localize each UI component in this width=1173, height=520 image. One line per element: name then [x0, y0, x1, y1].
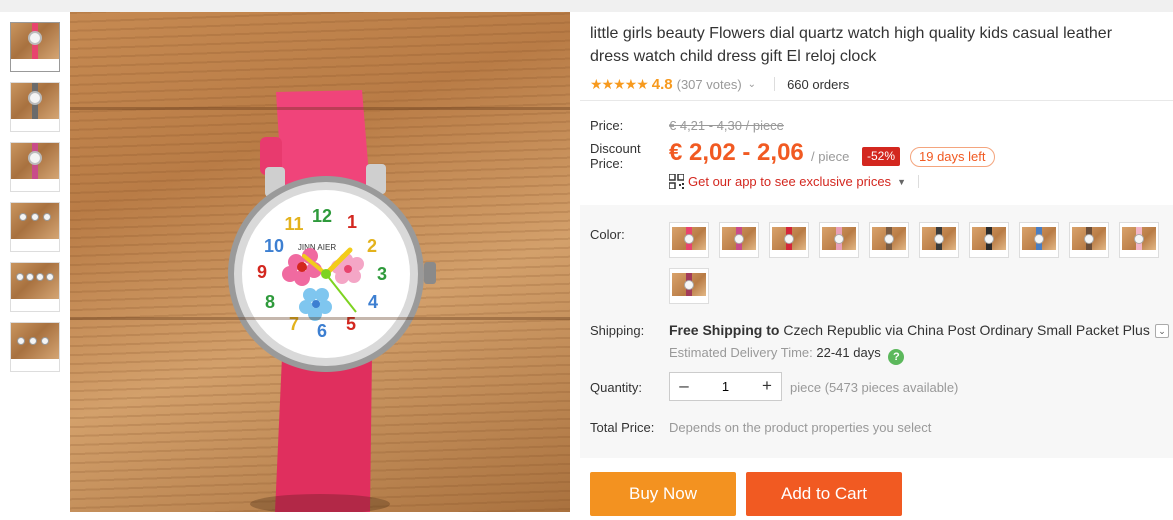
- app-promo[interactable]: Get our app to see exclusive prices ▼: [669, 174, 919, 189]
- swatch-image: [672, 227, 706, 250]
- swatch-image: [722, 227, 756, 250]
- delivery-estimate: Estimated Delivery Time: 22-41 days ?: [669, 345, 905, 365]
- thumbnail-2[interactable]: [10, 82, 60, 132]
- total-price-label: Total Price:: [590, 420, 655, 435]
- color-swatch-8[interactable]: [1019, 222, 1059, 258]
- main-product-image[interactable]: 12 1 2 3 4 5 6 7 8 9 10 11 JINN AIER: [70, 12, 570, 512]
- total-price-info: Depends on the product properties you se…: [669, 420, 932, 435]
- watch-illustration: 12 1 2 3 4 5 6 7 8 9 10 11 JINN AIER: [228, 90, 436, 512]
- color-swatch-5[interactable]: [869, 222, 909, 258]
- color-swatch-1[interactable]: [669, 222, 709, 258]
- thumbnail-1[interactable]: [10, 22, 60, 72]
- color-swatch-2[interactable]: [719, 222, 759, 258]
- svg-text:2: 2: [367, 236, 377, 256]
- top-strip: [0, 0, 1173, 12]
- thumbnail-6[interactable]: [10, 322, 60, 372]
- divider: [917, 175, 919, 188]
- product-options: Color: Shipping: Free Shipping to Czech …: [580, 205, 1173, 458]
- svg-text:JINN AIER: JINN AIER: [298, 243, 336, 252]
- quantity-stepper: – +: [669, 372, 782, 401]
- wood-plank-line: [70, 107, 570, 110]
- svg-text:6: 6: [317, 321, 327, 341]
- color-swatch-9[interactable]: [1069, 222, 1109, 258]
- add-to-cart-button[interactable]: Add to Cart: [746, 472, 902, 516]
- thumbnail-3[interactable]: [10, 142, 60, 192]
- price-label: Price:: [590, 118, 624, 133]
- swatch-image: [1072, 227, 1106, 250]
- swatch-image: [772, 227, 806, 250]
- buy-now-button[interactable]: Buy Now: [590, 472, 736, 516]
- swatch-image: [872, 227, 906, 250]
- thumbnail-4[interactable]: [10, 202, 60, 252]
- decrease-button[interactable]: –: [670, 373, 698, 400]
- color-swatch-10[interactable]: [1119, 222, 1159, 258]
- svg-text:1: 1: [347, 212, 357, 232]
- shipping-method[interactable]: Free Shipping to Czech Republic via Chin…: [669, 322, 1150, 338]
- help-icon[interactable]: ?: [888, 349, 905, 365]
- color-swatch-7[interactable]: [969, 222, 1009, 258]
- color-label: Color:: [590, 227, 625, 242]
- days-left-badge: 19 days left: [910, 147, 995, 167]
- svg-text:8: 8: [265, 292, 275, 312]
- discount-price-label: Discount Price:: [590, 141, 641, 171]
- quantity-input[interactable]: [698, 373, 753, 400]
- product-title: little girls beauty Flowers dial quartz …: [590, 25, 1113, 65]
- svg-text:10: 10: [264, 236, 284, 256]
- qr-code-icon: [669, 174, 684, 189]
- caret-down-icon: ▼: [897, 176, 906, 187]
- color-swatch-3[interactable]: [769, 222, 809, 258]
- color-swatches: [669, 222, 1169, 314]
- chevron-down-icon[interactable]: ⌄: [748, 79, 756, 90]
- svg-text:12: 12: [312, 206, 332, 226]
- discount-price: € 2,02 - 2,06: [669, 139, 804, 166]
- swatch-image: [922, 227, 956, 250]
- votes-link[interactable]: (307 votes): [677, 77, 742, 92]
- swatch-image: [822, 227, 856, 250]
- price-block: Price: € 4,21 - 4,30 / piece Discount Pr…: [580, 100, 1173, 205]
- svg-text:4: 4: [368, 292, 378, 312]
- swatch-image: [1022, 227, 1056, 250]
- product-info: little girls beauty Flowers dial quartz …: [590, 12, 1173, 98]
- swatch-image: [1122, 227, 1156, 250]
- thumbnail-list: [10, 22, 60, 382]
- star-rating-icon: ★★★★★: [590, 75, 649, 92]
- color-swatch-11[interactable]: [669, 268, 709, 304]
- price-unit: / piece: [811, 149, 850, 164]
- shipping-destination: Czech Republic via China Post Ordinary S…: [783, 322, 1150, 338]
- divider: [774, 77, 776, 91]
- color-swatch-6[interactable]: [919, 222, 959, 258]
- wood-plank-line: [70, 317, 570, 320]
- quantity-available: piece (5473 pieces available): [790, 380, 959, 395]
- orders-count: 660 orders: [787, 76, 850, 92]
- color-swatch-4[interactable]: [819, 222, 859, 258]
- quantity-label: Quantity:: [590, 380, 643, 395]
- original-price: € 4,21 - 4,30 / piece: [669, 118, 784, 133]
- app-promo-text: Get our app to see exclusive prices: [688, 174, 892, 189]
- svg-text:9: 9: [257, 262, 267, 282]
- discount-badge: -52%: [862, 147, 900, 166]
- swatch-image: [672, 273, 706, 296]
- product-page: 12 1 2 3 4 5 6 7 8 9 10 11 JINN AIER lit…: [0, 0, 1173, 520]
- rating-row: ★★★★★ 4.8 (307 votes) ⌄ 660 orders: [590, 70, 1173, 98]
- svg-text:11: 11: [284, 214, 303, 234]
- free-shipping-text: Free Shipping to: [669, 322, 780, 338]
- delivery-label: Estimated Delivery Time:: [669, 345, 813, 360]
- svg-text:3: 3: [377, 264, 387, 284]
- rating-value: 4.8: [651, 75, 673, 93]
- delivery-days: 22-41 days: [816, 345, 881, 360]
- chevron-down-icon[interactable]: ⌄: [1155, 324, 1169, 338]
- thumbnail-5[interactable]: [10, 262, 60, 312]
- increase-button[interactable]: +: [753, 373, 781, 400]
- shipping-label: Shipping:: [590, 323, 645, 338]
- swatch-image: [972, 227, 1006, 250]
